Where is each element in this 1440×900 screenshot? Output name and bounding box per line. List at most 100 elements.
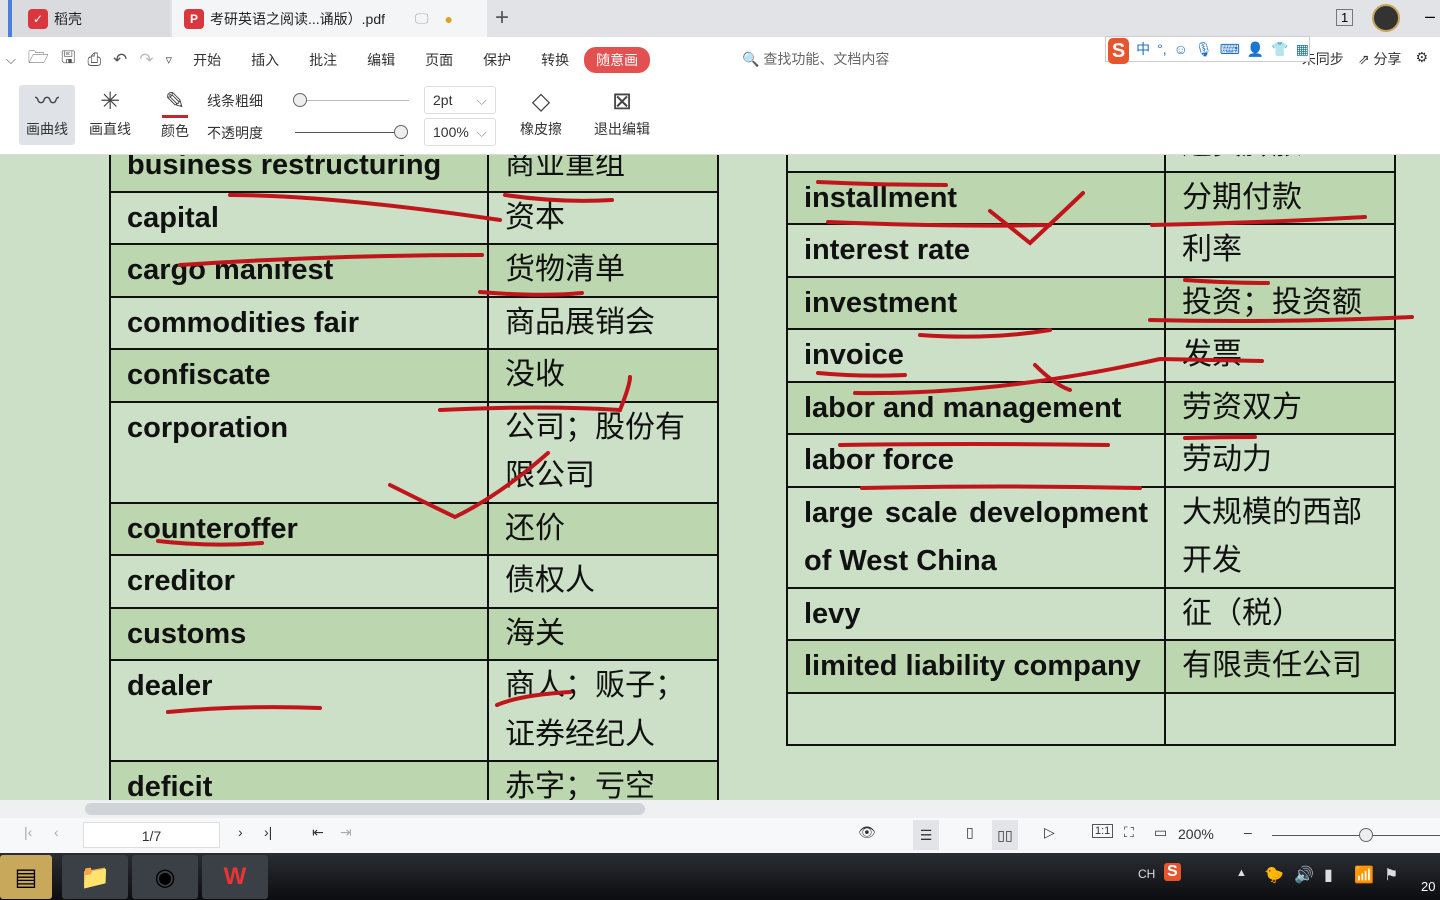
continuous-scroll-icon[interactable]: ☰	[913, 820, 939, 850]
search-box[interactable]: 🔍 查找功能、文档内容	[742, 49, 889, 69]
table-row: commodities fair 商品展销会	[111, 297, 717, 350]
opacity-slider-knob[interactable]	[394, 125, 408, 139]
term-english: counteroffer	[111, 503, 489, 554]
menu-protect[interactable]: 保护	[483, 50, 511, 70]
sparkle-line-icon: ✳	[99, 88, 121, 115]
table-row: creditor 债权人	[111, 556, 717, 609]
opacity-slider[interactable]	[295, 132, 403, 133]
document-view[interactable]: business restructuring 商业重组 capital 资本 cargo…	[0, 155, 1440, 800]
share-label: 分享	[1373, 51, 1402, 67]
zoom-slider[interactable]	[1272, 835, 1440, 836]
back-icon[interactable]: ⇤	[312, 824, 324, 841]
wps-icon[interactable]: W	[202, 855, 268, 899]
user-icon[interactable]: 👤	[1247, 41, 1264, 58]
skin-icon[interactable]: 👕	[1271, 41, 1288, 58]
tab-daoke[interactable]: ✓ 稻壳	[8, 0, 170, 37]
signal-icon[interactable]: 📶	[1354, 865, 1374, 885]
term-english: limited liability company	[788, 641, 1166, 692]
undo-icon[interactable]: ↶	[113, 50, 127, 70]
avatar[interactable]	[1372, 4, 1400, 32]
zoom-level[interactable]: 200%	[1178, 826, 1214, 842]
open-folder-icon[interactable]: 🗁	[28, 45, 49, 74]
start-app-icon[interactable]: ▤	[0, 855, 52, 899]
mic-icon[interactable]: 🎙	[1195, 41, 1213, 58]
menu-convert[interactable]: 转换	[541, 50, 569, 70]
term-chinese: 大规模的西部开发	[1182, 495, 1362, 578]
menu-annotate[interactable]: 批注	[309, 50, 337, 70]
single-page-icon[interactable]: ▯	[966, 824, 974, 841]
term-english: labor force	[788, 435, 1166, 486]
tab-pdf-document[interactable]: P 考研英语之阅读...诵版）.pdf 🖵 ●	[172, 0, 487, 37]
draw-line-button[interactable]: ✳ 画直线	[82, 85, 138, 139]
flag-icon[interactable]: ⚑	[1384, 865, 1398, 885]
horizontal-scrollbar[interactable]	[0, 800, 1440, 818]
actual-size-icon[interactable]: 1:1	[1092, 824, 1114, 838]
chrome-icon[interactable]: ◉	[132, 855, 198, 899]
tray-expand-icon[interactable]: ▲	[1236, 867, 1247, 879]
term-chinese: 有限责任公司	[1182, 649, 1362, 682]
table-row: interest rate 利率	[788, 225, 1394, 278]
scrollbar-thumb[interactable]	[85, 803, 645, 815]
chevron-down-icon[interactable]: ⌵	[6, 52, 16, 68]
menu-edit[interactable]: 编辑	[367, 50, 395, 70]
print-icon[interactable]: ⎙	[87, 50, 101, 70]
menu-freehand-draw[interactable]: 随意画	[584, 46, 651, 73]
last-page-icon[interactable]: ›|	[264, 824, 272, 840]
tray-app-icon[interactable]: 🐤	[1264, 865, 1284, 885]
battery-icon[interactable]: ▮	[1324, 865, 1333, 885]
sogou-tray-icon[interactable]: S	[1164, 863, 1181, 881]
draw-curve-label: 画曲线	[26, 121, 68, 137]
play-icon[interactable]: ▷	[1044, 824, 1055, 841]
window-count-icon[interactable]: 1	[1336, 9, 1354, 26]
menu-page[interactable]: 页面	[425, 50, 453, 70]
fit-width-icon[interactable]: ▭	[1154, 824, 1167, 841]
term-chinese: 货物清单	[505, 253, 625, 286]
redo-icon[interactable]: ↷	[139, 50, 153, 70]
draw-curve-button[interactable]: 〰画曲线	[19, 85, 75, 145]
pen-color-swatch	[162, 115, 188, 118]
term-english: commodities fair	[111, 297, 489, 348]
thickness-slider[interactable]	[295, 100, 409, 101]
forward-icon[interactable]: ⇥	[340, 824, 352, 841]
next-page-icon[interactable]: ›	[238, 824, 243, 840]
share-button[interactable]: ⇗ 分享	[1358, 49, 1402, 69]
page-input[interactable]: 1/7	[83, 822, 220, 848]
eraser-button[interactable]: ◇ 橡皮擦	[510, 85, 572, 139]
file-explorer-icon[interactable]: 📁	[62, 855, 128, 899]
input-lang[interactable]: CH	[1138, 867, 1155, 881]
keyboard-icon[interactable]: ⌨	[1220, 41, 1240, 58]
save-icon[interactable]: 🖫	[61, 45, 75, 74]
new-tab-button[interactable]: +	[495, 4, 509, 32]
thickness-select[interactable]: 2pt ⌵	[424, 86, 496, 114]
menu-start[interactable]: 开始	[193, 50, 221, 70]
thickness-slider-knob[interactable]	[293, 93, 307, 107]
zoom-out-icon[interactable]: –	[1244, 824, 1252, 840]
eraser-icon: ◇	[531, 88, 551, 115]
term-english: inflation	[788, 155, 1166, 171]
grid-icon[interactable]: ▦	[1296, 41, 1309, 58]
customize-icon[interactable]: ▿	[166, 52, 173, 68]
term-chinese: 投资；投资额	[1182, 285, 1362, 319]
minimize-button[interactable]: –	[1425, 6, 1435, 27]
volume-icon[interactable]: 🔊	[1294, 865, 1314, 885]
zoom-slider-knob[interactable]	[1359, 828, 1373, 842]
table-row: limited liability company 有限责任公司	[788, 641, 1394, 694]
clock[interactable]: 20	[1421, 879, 1435, 894]
eye-protection-icon[interactable]: 👁	[858, 824, 876, 841]
sogou-logo-icon[interactable]: S	[1108, 38, 1130, 64]
ime-lang[interactable]: 中	[1136, 39, 1150, 59]
monitor-icon[interactable]: 🖵	[415, 10, 429, 27]
prev-page-icon[interactable]: ‹	[54, 824, 59, 840]
settings-icon[interactable]: ⚙	[1415, 49, 1428, 69]
ime-punct[interactable]: °,	[1157, 41, 1167, 57]
fit-page-icon[interactable]: ⛶	[1124, 824, 1134, 841]
opacity-select[interactable]: 100% ⌵	[424, 118, 496, 146]
color-button[interactable]: ✎ 颜色	[150, 85, 200, 141]
exit-edit-button[interactable]: ⊠ 退出编辑	[588, 85, 656, 139]
emoji-icon[interactable]: ☺	[1174, 41, 1188, 57]
table-row: investment 投资；投资额	[788, 277, 1394, 330]
page-number: 1/7	[141, 828, 162, 844]
two-page-icon[interactable]: ▯▯	[992, 820, 1018, 850]
first-page-icon[interactable]: |‹	[24, 824, 32, 840]
menu-insert[interactable]: 插入	[251, 50, 279, 70]
